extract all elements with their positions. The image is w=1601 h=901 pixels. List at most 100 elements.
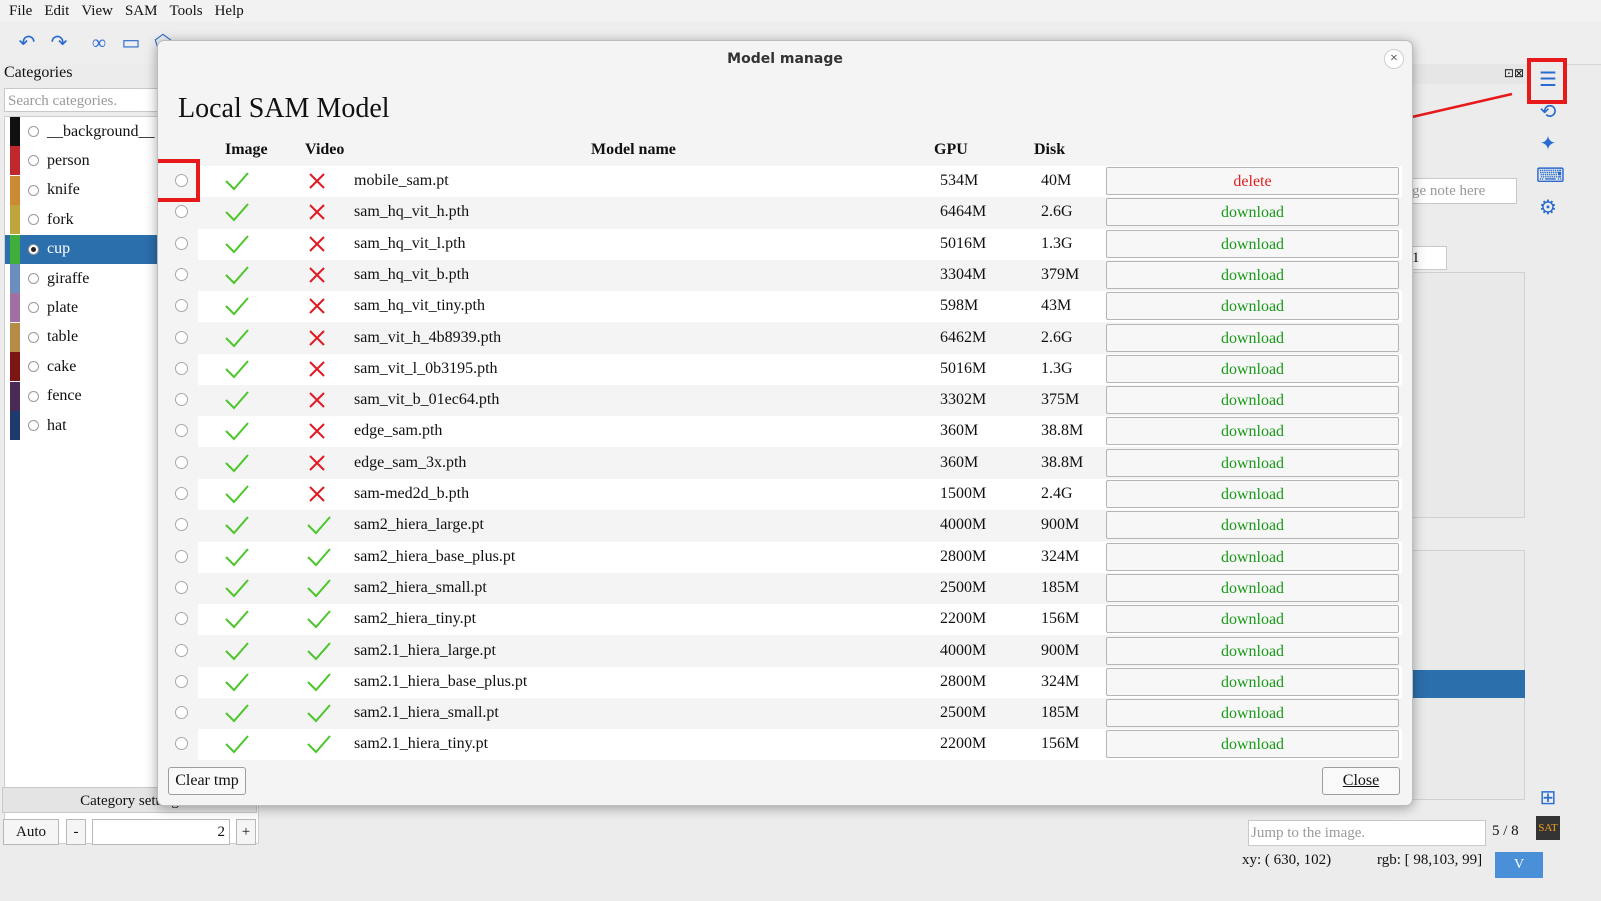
image-support-check-icon: [224, 295, 250, 317]
model-select-radio[interactable]: [175, 487, 188, 500]
category-radio[interactable]: [28, 302, 39, 314]
model-row: sam-med2d_b.pth 1500M 2.4G download: [175, 479, 1402, 510]
model-select-radio[interactable]: [175, 299, 188, 313]
category-radio[interactable]: [28, 273, 39, 284]
category-radio[interactable]: [28, 390, 39, 402]
image-support-check-icon: [224, 201, 250, 223]
download-button[interactable]: download: [1106, 198, 1399, 227]
download-button[interactable]: download: [1106, 573, 1399, 602]
dialog-close-icon[interactable]: ×: [1384, 49, 1404, 69]
download-button[interactable]: download: [1106, 605, 1399, 634]
model-select-radio[interactable]: [175, 236, 188, 250]
download-button[interactable]: download: [1106, 292, 1399, 321]
infinity-icon[interactable]: ∞: [86, 30, 112, 56]
menu-sam[interactable]: SAM: [119, 3, 164, 20]
model-select-radio[interactable]: [175, 361, 188, 375]
model-select-radio[interactable]: [175, 205, 188, 219]
menu-view[interactable]: View: [75, 3, 119, 20]
model-name: sam_vit_l_0b3195.pth: [354, 359, 498, 377]
settings-icon[interactable]: ⚙: [1536, 196, 1560, 220]
right-spinbox[interactable]: 1: [1411, 246, 1447, 270]
download-button[interactable]: download: [1106, 730, 1399, 759]
model-disk: 156M: [1041, 610, 1080, 628]
model-select-radio[interactable]: [175, 330, 188, 344]
model-disk: 1.3G: [1041, 234, 1073, 252]
model-gpu: 1500M: [940, 485, 987, 502]
model-select-radio[interactable]: [175, 580, 188, 594]
download-button[interactable]: download: [1106, 511, 1399, 540]
category-color-swatch: [10, 381, 20, 411]
dock-close-icon[interactable]: ⊡⊠: [1504, 66, 1524, 81]
category-radio[interactable]: [28, 331, 39, 343]
category-label: __background__: [47, 122, 155, 140]
keyboard-icon[interactable]: ⌨: [1536, 164, 1565, 188]
download-button[interactable]: download: [1106, 260, 1399, 289]
status-rgb: rgb: [ 98,103, 99]: [1377, 852, 1483, 868]
category-color-swatch: [10, 352, 20, 382]
download-button[interactable]: download: [1106, 667, 1399, 696]
category-radio[interactable]: [28, 184, 39, 196]
add-panel-icon[interactable]: ⊞: [1536, 786, 1560, 810]
download-button[interactable]: download: [1106, 417, 1399, 446]
model-name: sam2.1_hiera_small.pt: [354, 704, 499, 722]
menu-file[interactable]: File: [0, 3, 38, 20]
model-select-radio[interactable]: [175, 706, 188, 720]
model-select-radio[interactable]: [175, 612, 188, 626]
delete-button[interactable]: delete: [1106, 167, 1399, 195]
download-button[interactable]: download: [1106, 386, 1399, 415]
clear-tmp-button[interactable]: Clear tmp: [168, 767, 246, 795]
category-radio[interactable]: [28, 361, 39, 373]
model-row: sam_hq_vit_h.pth 6464M 2.6G download: [175, 197, 1402, 229]
menu-edit[interactable]: Edit: [38, 3, 75, 20]
column-gpu: GPU: [934, 141, 968, 158]
column-video: Video: [305, 141, 345, 158]
download-button[interactable]: download: [1106, 542, 1399, 571]
plugin-icon[interactable]: ✦: [1536, 132, 1560, 156]
menu-help[interactable]: Help: [209, 3, 250, 20]
category-radio[interactable]: [28, 420, 39, 431]
model-select-radio[interactable]: [175, 267, 188, 281]
undo-icon[interactable]: ↶: [14, 30, 40, 56]
category-radio[interactable]: [28, 155, 39, 167]
category-color-swatch: [10, 264, 20, 293]
model-disk: 1.3G: [1041, 359, 1073, 377]
model-select-radio[interactable]: [175, 424, 188, 438]
rectangle-icon[interactable]: ▭: [118, 30, 144, 56]
auto-button[interactable]: Auto: [3, 819, 59, 845]
category-radio[interactable]: [28, 214, 39, 226]
model-select-radio[interactable]: [175, 455, 188, 469]
minus-button[interactable]: -: [66, 819, 86, 845]
category-spinbox[interactable]: 2: [92, 819, 230, 845]
download-button[interactable]: download: [1106, 636, 1399, 665]
download-button[interactable]: download: [1106, 323, 1399, 352]
close-button[interactable]: Close: [1322, 767, 1400, 795]
download-button[interactable]: download: [1106, 699, 1399, 728]
category-radio[interactable]: [28, 243, 39, 255]
highlight-box-list-icon: [1527, 58, 1567, 104]
model-select-radio[interactable]: [175, 393, 188, 407]
model-select-radio[interactable]: [175, 518, 188, 532]
category-radio[interactable]: [28, 126, 39, 137]
download-button[interactable]: download: [1106, 480, 1399, 508]
model-select-radio[interactable]: [175, 549, 188, 563]
image-note-input[interactable]: ge note here: [1411, 178, 1517, 204]
image-support-check-icon: [224, 389, 250, 411]
download-button[interactable]: download: [1106, 229, 1399, 258]
jump-to-image-input[interactable]: Jump to the image.: [1248, 820, 1486, 846]
menu-tools[interactable]: Tools: [163, 3, 208, 20]
plus-button[interactable]: +: [236, 819, 256, 845]
right-list-selected-row[interactable]: [1411, 670, 1525, 698]
model-select-radio[interactable]: [175, 674, 188, 688]
model-select-radio[interactable]: [175, 737, 188, 751]
status-xy: xy: ( 630, 102): [1242, 852, 1332, 868]
version-button[interactable]: V: [1495, 852, 1543, 878]
model-name: sam-med2d_b.pth: [354, 485, 470, 502]
model-select-radio[interactable]: [175, 643, 188, 657]
category-label: knife: [47, 181, 80, 199]
redo-icon[interactable]: ↷: [46, 30, 72, 56]
download-button[interactable]: download: [1106, 448, 1399, 477]
model-disk: 185M: [1041, 578, 1080, 596]
model-gpu: 4000M: [940, 641, 987, 659]
download-button[interactable]: download: [1106, 354, 1399, 383]
column-disk: Disk: [1034, 141, 1066, 158]
